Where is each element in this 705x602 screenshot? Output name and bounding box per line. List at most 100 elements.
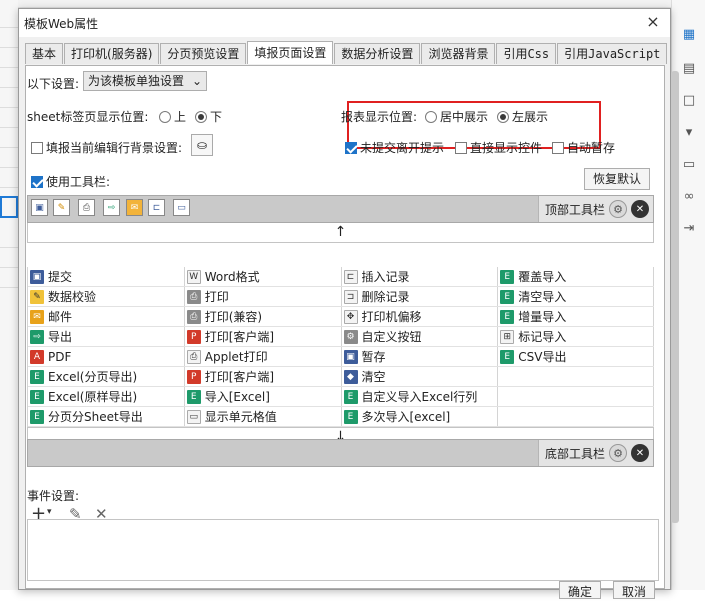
tab-data-analysis[interactable]: 数据分析设置 xyxy=(334,43,421,64)
radio-selected-icon[interactable] xyxy=(195,111,207,123)
toolbar-button-option[interactable]: ⎙ Applet打印 xyxy=(185,347,342,366)
toolbar-button-option[interactable]: E 增量导入 xyxy=(498,307,654,326)
checkbox-icon[interactable] xyxy=(552,142,564,154)
toolbar-button-option[interactable]: E 清空导入 xyxy=(498,287,654,306)
sheet-option-bottom[interactable]: 下 xyxy=(195,108,222,125)
close-icon[interactable]: ✕ xyxy=(631,444,649,462)
login-icon[interactable]: ⇥ xyxy=(681,220,697,236)
tab-page-preview[interactable]: 分页预览设置 xyxy=(160,43,247,64)
radio-icon[interactable] xyxy=(425,111,437,123)
toolbar-button-option[interactable]: ▣ 提交 xyxy=(28,267,185,286)
toolbar-button-option[interactable]: ⎙ 打印 xyxy=(185,287,342,306)
toolbar-button-option[interactable]: ⚙ 自定义按钮 xyxy=(342,327,499,346)
spreadsheet-cell[interactable] xyxy=(0,248,18,268)
tab-basic[interactable]: 基本 xyxy=(25,43,64,64)
tab-css[interactable]: 引用Css xyxy=(496,43,557,64)
mail-icon[interactable]: ✉ xyxy=(126,199,143,216)
toolbar-button-option[interactable]: ✉ 邮件 xyxy=(28,307,185,326)
edit-row-background-option[interactable]: 填报当前编辑行背景设置: xyxy=(31,139,182,156)
check-icon[interactable]: ✎ xyxy=(53,199,70,216)
paint-bucket-icon[interactable]: ⛀ xyxy=(191,134,213,156)
sheet-option-top[interactable]: 上 xyxy=(159,108,186,125)
report-position-left[interactable]: 左展示 xyxy=(497,108,548,125)
toolbar-button-row: A PDF ⎙ Applet打印 ▣ 暂存 E CSV导出 xyxy=(28,347,654,367)
toolbar-button-option[interactable]: P 打印[客户端] xyxy=(185,327,342,346)
chevron-down-icon[interactable]: ▾ xyxy=(47,507,52,517)
tab-browser-background[interactable]: 浏览器背景 xyxy=(421,43,496,64)
toolbar-button-option[interactable]: E CSV导出 xyxy=(498,347,654,366)
direct-show-widget[interactable]: 直接显示控件 xyxy=(455,139,542,156)
spreadsheet-cell[interactable] xyxy=(0,268,18,288)
toolbar-button-option[interactable]: ⊞ 标记导入 xyxy=(498,327,654,346)
toolbar-button-option[interactable]: ⎙ 打印(兼容) xyxy=(185,307,342,326)
cell-value-icon[interactable]: ▭ xyxy=(173,199,190,216)
radio-icon[interactable] xyxy=(159,111,171,123)
save-icon[interactable]: ▣ xyxy=(31,199,48,216)
toolbar-button-option[interactable]: A PDF xyxy=(28,347,185,366)
print-icon[interactable]: ⎙ xyxy=(78,199,95,216)
checkbox-icon[interactable] xyxy=(31,142,43,154)
toolbar-button-option[interactable]: ⊏ 插入记录 xyxy=(342,267,499,286)
toolbar-button-option[interactable]: ⇨ 导出 xyxy=(28,327,185,346)
auto-save[interactable]: 自动暂存 xyxy=(552,139,615,156)
toolbar-button-option[interactable]: ⊐ 删除记录 xyxy=(342,287,499,306)
restore-default-button[interactable]: 恢复默认 xyxy=(584,168,651,190)
toolbar-button-option[interactable]: ▭ 显示单元格值 xyxy=(185,407,342,426)
event-list[interactable] xyxy=(27,519,659,581)
toolbar-button-option[interactable]: E 自定义导入Excel行列 xyxy=(342,387,499,406)
spreadsheet-cell[interactable] xyxy=(0,108,18,128)
move-to-top-arrow[interactable]: ↑ xyxy=(27,223,654,243)
spreadsheet-cell[interactable] xyxy=(0,48,18,68)
submit-icon: ▣ xyxy=(30,269,44,284)
toolbar-button-option[interactable]: P 打印[客户端] xyxy=(185,367,342,386)
toolbar-button-option[interactable]: ✥ 打印机偏移 xyxy=(342,307,499,326)
toolbar-button-option[interactable]: ◆ 清空 xyxy=(342,367,499,386)
toolbar-button-option[interactable]: E 导入[Excel] xyxy=(185,387,342,406)
ok-button[interactable]: 确定 xyxy=(559,581,602,599)
export-icon[interactable]: ⇨ xyxy=(103,199,120,216)
scrollbar[interactable] xyxy=(671,71,679,523)
grid-icon[interactable]: ▦ xyxy=(681,26,697,42)
spreadsheet-cell[interactable] xyxy=(0,68,18,88)
tab-printer-server[interactable]: 打印机(服务器) xyxy=(64,43,160,64)
close-icon[interactable]: × xyxy=(644,13,662,31)
cancel-button[interactable]: 取消 xyxy=(613,581,656,599)
checkbox-checked-icon[interactable] xyxy=(345,142,357,154)
link-icon[interactable]: ∞ xyxy=(681,188,697,204)
spreadsheet-cell[interactable] xyxy=(0,228,18,248)
toolbar-button-option[interactable]: ▣ 暂存 xyxy=(342,347,499,366)
spreadsheet-cell[interactable] xyxy=(0,168,18,188)
toolbar-button-option[interactable]: E 多次导入[excel] xyxy=(342,407,499,426)
close-icon[interactable]: ✕ xyxy=(631,200,649,218)
toolbar-button-option[interactable]: E 分页分Sheet导出 xyxy=(28,407,185,426)
spreadsheet-cell[interactable] xyxy=(0,28,18,48)
spreadsheet-cell[interactable] xyxy=(0,8,18,28)
spreadsheet-cell[interactable] xyxy=(0,128,18,148)
toolbar-button-label: 显示单元格值 xyxy=(204,410,277,424)
checkbox-icon[interactable] xyxy=(455,142,467,154)
dropdown-widget-icon[interactable]: ▾ xyxy=(681,124,697,140)
toolbar-button-option[interactable]: ✎ 数据校验 xyxy=(28,287,185,306)
toolbar-button-option[interactable]: E 覆盖导入 xyxy=(498,267,654,286)
report-position-center[interactable]: 居中展示 xyxy=(425,108,488,125)
toolbar-button-label: 导入[Excel] xyxy=(204,390,270,404)
toolbar-button-option[interactable]: W Word格式 xyxy=(185,267,342,286)
properties-icon[interactable]: ▤ xyxy=(681,60,697,76)
insert-record-icon[interactable]: ⊏ xyxy=(148,199,165,216)
tab-fill-page-settings[interactable]: 填报页面设置 xyxy=(247,41,334,64)
toolbar-button-option[interactable]: E Excel(原样导出) xyxy=(28,387,185,406)
use-toolbar-option[interactable]: 使用工具栏: xyxy=(31,173,110,190)
tab-javascript[interactable]: 引用JavaScript xyxy=(557,43,668,64)
gear-icon[interactable]: ⚙ xyxy=(609,444,627,462)
frame-icon[interactable]: □ xyxy=(681,92,697,108)
scope-select[interactable]: 为该模板单独设置 ⌄ xyxy=(83,71,207,91)
unsubmitted-leave-prompt[interactable]: 未提交离开提示 xyxy=(345,139,444,156)
selected-cell[interactable] xyxy=(0,196,18,218)
toolbar-button-option[interactable]: E Excel(分页导出) xyxy=(28,367,185,386)
checkbox-checked-icon[interactable] xyxy=(31,176,43,188)
radio-selected-icon[interactable] xyxy=(497,111,509,123)
monitor-icon[interactable]: ▭ xyxy=(681,156,697,172)
spreadsheet-cell[interactable] xyxy=(0,88,18,108)
spreadsheet-cell[interactable] xyxy=(0,148,18,168)
gear-icon[interactable]: ⚙ xyxy=(609,200,627,218)
